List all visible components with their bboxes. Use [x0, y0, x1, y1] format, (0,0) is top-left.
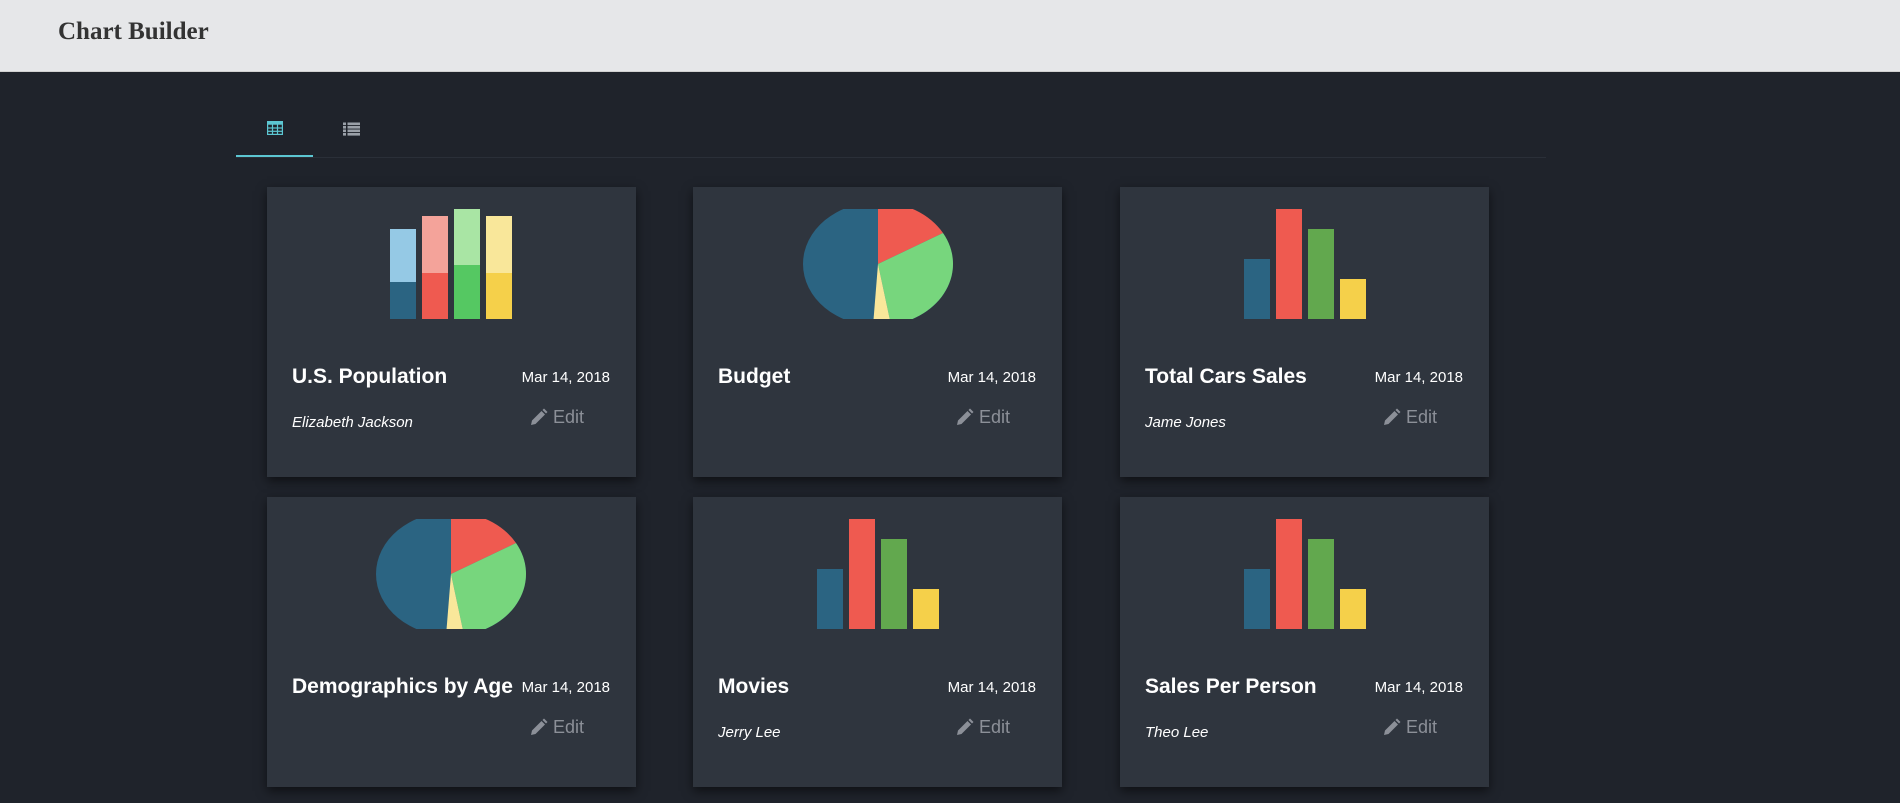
card-title[interactable]: Sales Per Person	[1145, 675, 1317, 699]
card-author: Jerry Lee	[718, 724, 781, 741]
card-title[interactable]: Budget	[718, 365, 790, 389]
edit-button[interactable]: Edit	[528, 717, 584, 738]
pencil-icon	[530, 408, 548, 425]
card-date: Mar 14, 2018	[521, 369, 610, 386]
chart-card[interactable]: U.S. Population Mar 14, 2018 Elizabeth J…	[267, 187, 636, 477]
pencil-icon	[1383, 408, 1401, 425]
edit-label: Edit	[1405, 407, 1437, 427]
app-header: Chart Builder	[0, 0, 1900, 72]
card-title[interactable]: U.S. Population	[292, 365, 447, 389]
pencil-icon	[530, 718, 548, 735]
bar-chart-icon	[1244, 209, 1366, 319]
pie-chart-icon	[803, 209, 953, 319]
card-date: Mar 14, 2018	[947, 679, 1036, 696]
card-title[interactable]: Total Cars Sales	[1145, 365, 1307, 389]
chart-card[interactable]: Budget Mar 14, 2018 Edit	[693, 187, 1062, 477]
pencil-icon	[956, 718, 974, 735]
card-date: Mar 14, 2018	[521, 679, 610, 696]
card-date: Mar 14, 2018	[1374, 369, 1463, 386]
card-author: Jame Jones	[1145, 414, 1226, 431]
edit-button[interactable]: Edit	[1381, 407, 1437, 428]
app-title: Chart Builder	[58, 18, 209, 45]
pencil-icon	[956, 408, 974, 425]
card-author: Elizabeth Jackson	[292, 414, 413, 431]
edit-button[interactable]: Edit	[954, 407, 1010, 428]
chart-card[interactable]: Movies Mar 14, 2018 Jerry Lee Edit	[693, 497, 1062, 787]
card-title[interactable]: Demographics by Age	[292, 675, 513, 699]
tab-list-view[interactable]	[313, 100, 390, 157]
bar-chart-icon	[1244, 519, 1366, 629]
card-date: Mar 14, 2018	[1374, 679, 1463, 696]
chart-card[interactable]: Total Cars Sales Mar 14, 2018 Jame Jones…	[1120, 187, 1489, 477]
card-title[interactable]: Movies	[718, 675, 789, 699]
edit-label: Edit	[1405, 717, 1437, 737]
edit-label: Edit	[552, 717, 584, 737]
pie-chart-icon	[376, 519, 526, 629]
chart-card[interactable]: Demographics by Age Mar 14, 2018 Edit	[267, 497, 636, 787]
edit-label: Edit	[552, 407, 584, 427]
view-tabs	[236, 100, 1546, 158]
card-author: Theo Lee	[1145, 724, 1209, 741]
stacked-bar-chart-icon	[390, 209, 512, 319]
edit-label: Edit	[978, 407, 1010, 427]
pencil-icon	[1383, 718, 1401, 735]
edit-button[interactable]: Edit	[528, 407, 584, 428]
edit-label: Edit	[978, 717, 1010, 737]
edit-button[interactable]: Edit	[954, 717, 1010, 738]
list-icon	[343, 122, 360, 136]
bar-chart-icon	[817, 519, 939, 629]
chart-card[interactable]: Sales Per Person Mar 14, 2018 Theo Lee E…	[1120, 497, 1489, 787]
edit-button[interactable]: Edit	[1381, 717, 1437, 738]
card-date: Mar 14, 2018	[947, 369, 1036, 386]
tab-grid-view[interactable]	[236, 100, 313, 157]
grid-icon	[266, 120, 283, 135]
